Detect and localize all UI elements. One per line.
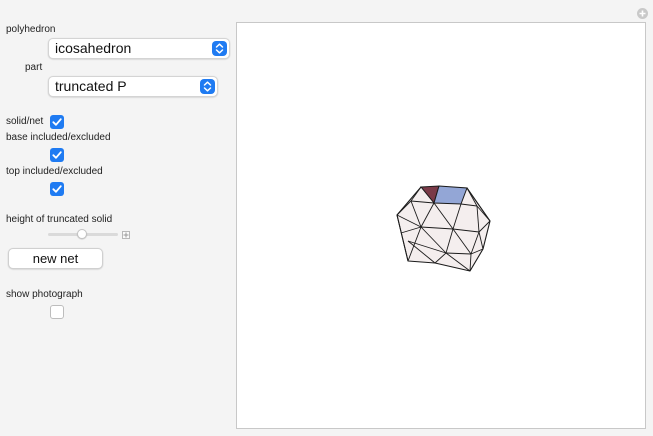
- slider-plus-icon[interactable]: [122, 231, 130, 239]
- up-down-chevron-icon: [212, 41, 227, 56]
- polyhedron-label: polyhedron: [6, 24, 56, 35]
- polyhedron-select[interactable]: icosahedron: [48, 38, 230, 59]
- part-select-value: truncated P: [55, 78, 127, 94]
- height-label: height of truncated solid: [6, 214, 113, 225]
- top-label: top included/excluded: [6, 166, 103, 177]
- show-photograph-label: show photograph: [6, 289, 83, 300]
- part-label: part: [25, 62, 43, 73]
- height-slider-knob[interactable]: [77, 229, 88, 239]
- checkmark-icon: [52, 151, 62, 159]
- base-checkbox[interactable]: [50, 148, 64, 162]
- polyhedron-viewport[interactable]: [236, 22, 646, 429]
- up-down-chevron-icon: [200, 79, 215, 94]
- solid-net-label: solid/net: [6, 116, 44, 127]
- solid-net-checkbox[interactable]: [50, 115, 64, 129]
- polyhedron-select-value: icosahedron: [55, 40, 132, 56]
- options-plus-icon[interactable]: [637, 8, 648, 19]
- checkmark-icon: [52, 185, 62, 193]
- checkmark-icon: [52, 118, 62, 126]
- truncated-icosahedron-graphic: [396, 185, 491, 272]
- base-label: base included/excluded: [6, 132, 111, 143]
- top-checkbox[interactable]: [50, 182, 64, 196]
- part-select[interactable]: truncated P: [48, 76, 218, 97]
- new-net-button[interactable]: new net: [8, 248, 103, 269]
- show-photograph-checkbox[interactable]: [50, 305, 64, 319]
